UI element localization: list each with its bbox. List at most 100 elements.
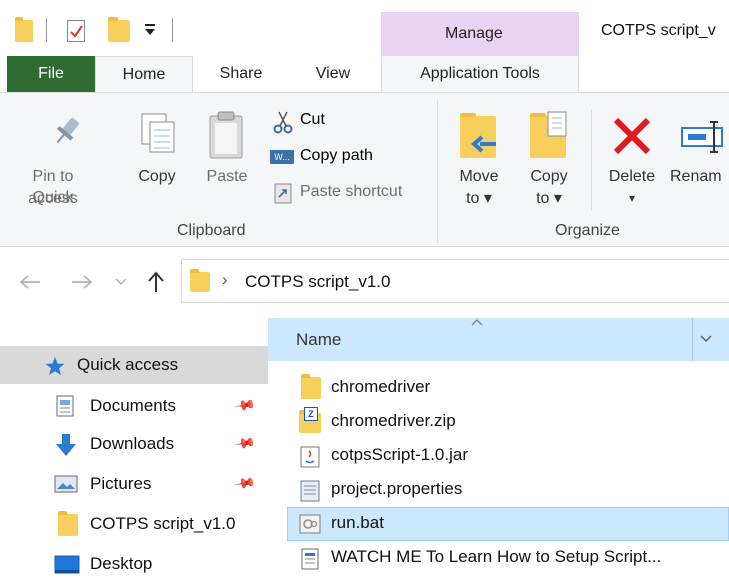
back-arrow-icon[interactable] [18, 272, 42, 292]
cut-label: Cut [300, 111, 325, 128]
nav-cotps-script-folder[interactable]: COTPS script_v1.0 [0, 506, 268, 544]
list-item[interactable]: project.properties [287, 473, 729, 507]
paste-label: Paste [206, 168, 248, 185]
file-name: run.bat [331, 513, 384, 532]
pinned-icon: 📌 [233, 431, 257, 455]
file-name: chromedriver [331, 377, 431, 396]
nav-documents[interactable]: Documents 📌 [0, 388, 268, 426]
nav-documents-label: Documents [90, 396, 176, 415]
new-folder-icon[interactable] [108, 17, 130, 42]
file-name: project.properties [331, 479, 463, 498]
customize-toolbar-icon[interactable] [145, 18, 155, 35]
properties-icon[interactable] [67, 20, 85, 42]
breadcrumb-separator: › [222, 270, 228, 289]
rename-icon [681, 121, 723, 153]
rename-button[interactable]: Renam [668, 110, 729, 210]
star-icon [45, 357, 65, 375]
delete-x-icon [613, 117, 651, 155]
divider [46, 18, 47, 42]
rename-label: Renam [670, 168, 722, 185]
delete-label: Delete [608, 168, 656, 185]
paste-shortcut-button[interactable]: Paste shortcut [270, 182, 430, 208]
list-item[interactable]: chromedriver [287, 371, 729, 405]
nav-pictures[interactable]: Pictures 📌 [0, 466, 268, 504]
pin-label-line2: access [28, 190, 78, 207]
list-item[interactable]: WATCH ME To Learn How to Setup Script... [287, 541, 729, 575]
delete-button[interactable]: Delete ▾ [600, 110, 664, 210]
window-title: COTPS script_v [601, 22, 716, 39]
paste-button[interactable]: Paste [198, 110, 258, 210]
properties-file-icon [300, 480, 320, 502]
list-item[interactable]: Z chromedriver.zip [287, 405, 729, 439]
tab-application-tools[interactable]: Application Tools [381, 56, 579, 92]
document-icon [547, 111, 567, 137]
nav-downloads[interactable]: Downloads 📌 [0, 426, 268, 464]
clipboard-group-label: Clipboard [177, 222, 246, 239]
copy-to-button[interactable]: Copy to ▾ [518, 110, 580, 210]
column-header-name[interactable]: Name [268, 318, 729, 361]
documents-icon [56, 395, 74, 417]
tab-share[interactable]: Share [206, 56, 276, 92]
bat-file-icon [299, 514, 321, 534]
pin-to-quick-access-button[interactable]: Pin to Quick access [10, 110, 120, 210]
paste-shortcut-label: Paste shortcut [300, 183, 403, 200]
divider [172, 18, 173, 42]
tab-view[interactable]: View [298, 56, 368, 92]
list-item[interactable]: cotpsScript-1.0.jar [287, 439, 729, 473]
nav-quick-access-label: Quick access [77, 355, 179, 374]
organize-group-label: Organize [555, 222, 620, 239]
column-divider [692, 318, 693, 361]
desktop-icon [54, 555, 80, 574]
chevron-down-icon[interactable] [700, 335, 712, 343]
tab-home[interactable]: Home [95, 56, 193, 93]
nav-desktop[interactable]: Desktop [0, 546, 268, 584]
list-item-selected[interactable]: run.bat [287, 507, 729, 541]
folder-icon [190, 269, 210, 292]
pin-icon [56, 117, 80, 144]
file-name: chromedriver.zip [331, 411, 456, 430]
up-arrow-icon[interactable] [145, 270, 167, 294]
tab-file[interactable]: File [7, 56, 95, 92]
text-file-icon [301, 548, 319, 570]
pictures-icon [54, 475, 78, 493]
folder-icon [58, 511, 78, 536]
nav-pictures-label: Pictures [90, 474, 152, 493]
address-bar[interactable]: › COTPS script_v1.0 [181, 259, 729, 303]
cut-button[interactable]: Cut [270, 110, 430, 136]
delete-dropdown-arrow: ▾ [628, 191, 636, 205]
nav-cotps-script-label: COTPS script_v1.0 [90, 514, 236, 533]
download-arrow-icon [56, 434, 76, 456]
move-to-label-line1: Move [459, 168, 499, 185]
copy-path-label: Copy path [300, 147, 373, 164]
move-to-label-line2: to ▾ [466, 190, 492, 207]
pinned-icon: 📌 [233, 471, 257, 495]
clipboard-icon [209, 111, 243, 159]
copy-icon [141, 113, 175, 153]
ribbon-separator [437, 100, 438, 243]
manage-context-band: Manage [381, 12, 579, 56]
pinned-icon: 📌 [233, 393, 257, 417]
copy-button[interactable]: Copy [130, 110, 188, 210]
jar-icon [300, 446, 320, 468]
sort-ascending-icon [471, 319, 483, 326]
ribbon-separator [591, 110, 592, 210]
scissors-icon [273, 111, 293, 134]
copy-label: Copy [138, 168, 176, 185]
file-name: WATCH ME To Learn How to Setup Script... [331, 547, 662, 566]
nav-quick-access[interactable]: Quick access [0, 346, 268, 384]
zip-icon: Z [299, 407, 321, 433]
nav-desktop-label: Desktop [90, 554, 153, 573]
copy-path-button[interactable]: W... Copy path [270, 146, 430, 172]
manage-label: Manage [445, 25, 503, 42]
name-header-label: Name [296, 330, 342, 349]
copy-path-icon: W... [270, 150, 294, 164]
forward-arrow-icon[interactable] [70, 272, 94, 292]
breadcrumb-current-folder[interactable]: COTPS script_v1.0 [245, 272, 391, 292]
recent-locations-chevron-icon[interactable] [114, 277, 128, 287]
folder-icon [15, 17, 33, 42]
move-to-button[interactable]: Move to ▾ [448, 110, 510, 210]
folder-icon [301, 374, 321, 399]
nav-downloads-label: Downloads [90, 434, 175, 453]
arrow-left-icon [470, 135, 496, 153]
copy-to-label-line1: Copy [530, 168, 568, 185]
